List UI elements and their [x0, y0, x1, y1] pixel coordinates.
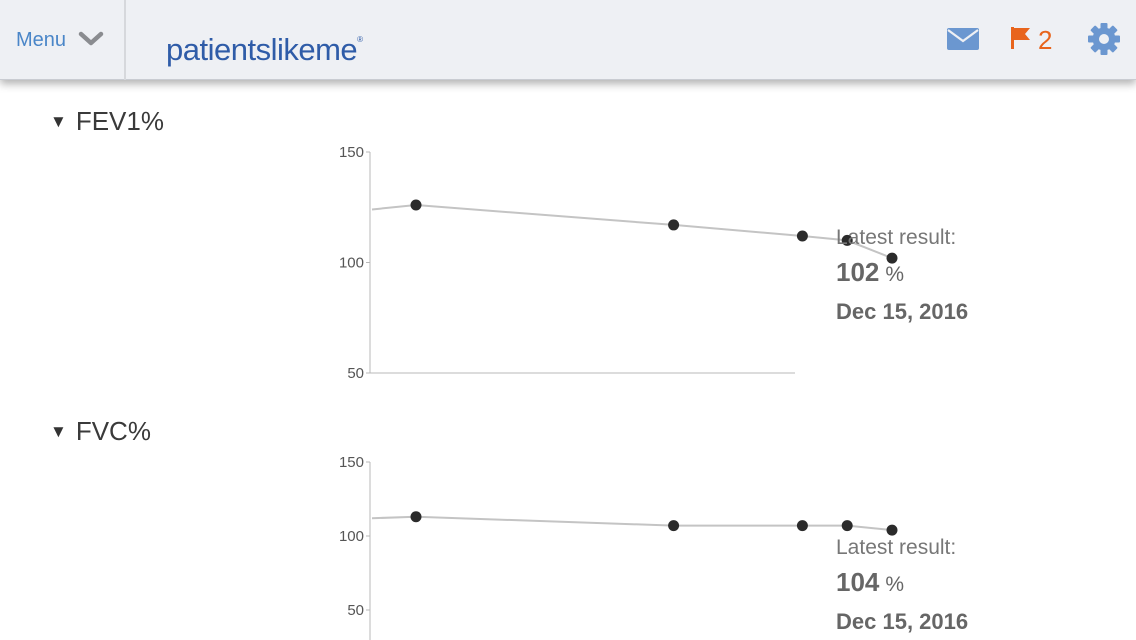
logo-part-patients: patients: [166, 32, 271, 67]
latest-value-unit: %: [885, 263, 905, 286]
top-navigation-bar: Menu patientslikeme® 2: [0, 0, 1136, 80]
triangle-down-icon: ▼: [50, 111, 67, 131]
data-point: [410, 199, 422, 211]
y-tick-label: 150: [339, 454, 364, 471]
data-point: [668, 520, 680, 532]
latest-result-label: Latest result:: [836, 226, 957, 249]
latest-result-value: 104%: [836, 567, 968, 602]
y-tick-label: 100: [339, 255, 364, 272]
latest-value-unit: %: [885, 573, 905, 596]
latest-value-number: 102: [836, 257, 880, 287]
data-point: [841, 520, 853, 532]
y-tick-label: 100: [339, 528, 364, 545]
section-title: FVC%: [75, 416, 151, 446]
latest-result-date: Dec 15, 2016: [836, 299, 969, 324]
data-point: [886, 524, 898, 536]
section-title: FEV1%: [75, 106, 164, 136]
latest-result-fvc: Latest result: 104% Dec 15, 2016: [836, 535, 968, 636]
flag-count: 2: [1038, 24, 1053, 55]
y-tick-label: 50: [347, 365, 364, 382]
chevron-down-icon: [78, 31, 104, 52]
section-toggle-fvc[interactable]: ▼ FVC%: [50, 416, 151, 447]
logo-registered-mark: ®: [357, 35, 363, 44]
data-point: [668, 219, 680, 231]
latest-result-fev1: Latest result: 102% Dec 15, 2016: [836, 225, 968, 326]
fvc-chart-svg: 150 100 50: [339, 454, 898, 640]
flag-icon: [1010, 26, 1032, 55]
latest-result-date: Dec 15, 2016: [836, 609, 969, 634]
triangle-down-icon: ▼: [50, 421, 67, 441]
series-line: [371, 204, 893, 260]
latest-result-label: Latest result:: [836, 536, 957, 559]
logo-part-like: like: [270, 32, 316, 67]
notifications-flag-button[interactable]: 2: [1010, 24, 1052, 56]
mail-icon[interactable]: [946, 27, 980, 56]
data-point: [796, 230, 808, 242]
latest-result-value: 102%: [836, 257, 968, 292]
logo-part-me: me: [315, 32, 358, 67]
y-tick-label: 150: [339, 144, 364, 161]
latest-value-number: 104: [836, 567, 880, 597]
patientslikeme-logo[interactable]: patientslikeme®: [166, 22, 363, 68]
fev1-line-chart: 150 100 50: [320, 140, 898, 382]
y-tick-label: 50: [347, 602, 364, 619]
menu-label: Menu: [16, 28, 67, 51]
fvc-line-chart: 150 100 50: [320, 450, 898, 640]
data-point: [796, 520, 808, 532]
data-point: [410, 511, 422, 523]
menu-button[interactable]: Menu: [0, 0, 126, 80]
section-toggle-fev1[interactable]: ▼ FEV1%: [50, 106, 164, 137]
fev1-chart-svg: 150 100 50: [339, 144, 898, 382]
series-line: [371, 515, 893, 532]
gear-icon[interactable]: [1087, 22, 1121, 61]
